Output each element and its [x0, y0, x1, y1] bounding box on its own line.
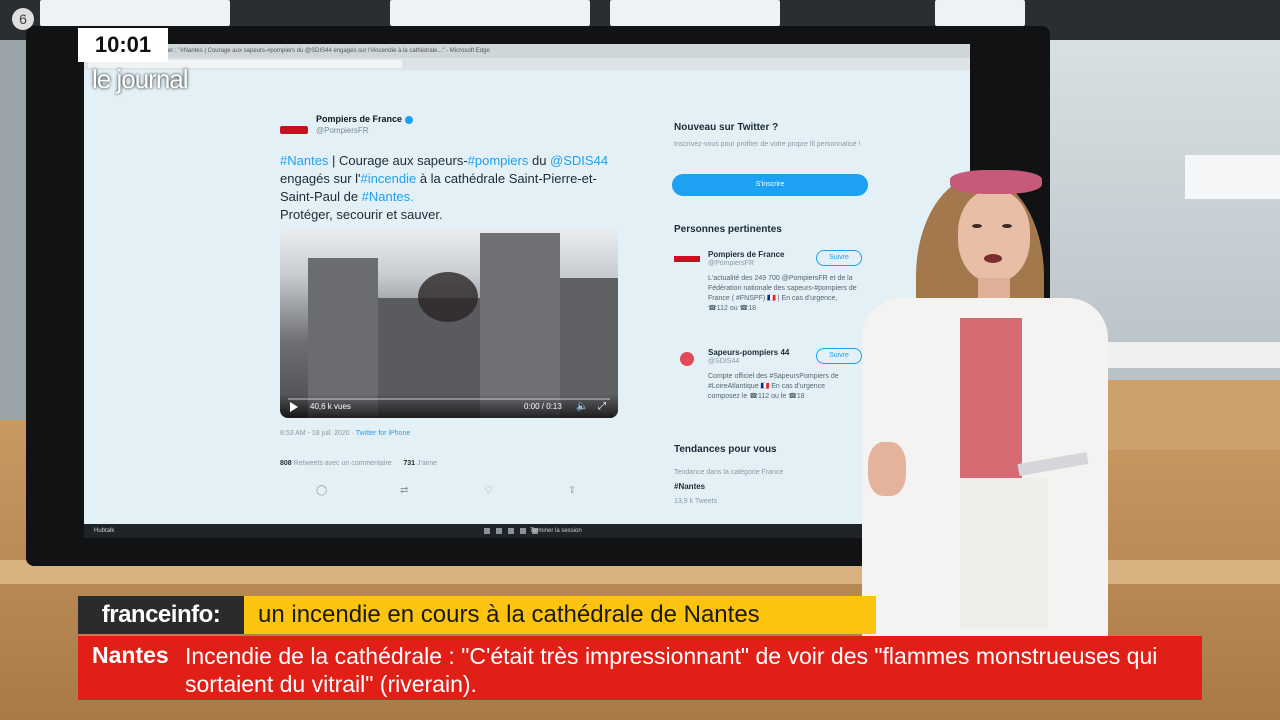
franceinfo-brand: franceinfo:	[78, 596, 244, 634]
person-bio: L'actualité des 249 700 @PompiersFR et d…	[708, 275, 857, 312]
video-time: 0:00 / 0:13	[524, 402, 562, 411]
account-name-text: Pompiers de France	[316, 114, 403, 124]
presenter-face	[958, 190, 1030, 282]
task-view-icon[interactable]	[496, 528, 502, 534]
browser-tab[interactable]	[190, 60, 296, 68]
signup-button[interactable]: S'inscrire	[672, 174, 868, 196]
fullscreen-icon[interactable]: ⤢	[598, 402, 606, 412]
studio-ledge	[1090, 342, 1280, 368]
tweet-timestamp[interactable]: 8:53 AM - 18 juil. 2020	[280, 430, 350, 437]
tweet-actions: ◯ ⇄ ♡ ⇪	[316, 486, 616, 498]
headline-banner: un incendie en cours à la cathédrale de …	[244, 596, 876, 634]
play-icon[interactable]	[290, 402, 298, 412]
tweet-source[interactable]: Twitter for iPhone	[356, 430, 410, 437]
new-on-twitter-subtitle: Inscrivez-vous pour profiter de votre pr…	[674, 141, 861, 148]
likes-count[interactable]: 731	[403, 460, 415, 467]
app-icon[interactable]	[508, 528, 514, 534]
app-icon[interactable]	[520, 528, 526, 534]
trend-hashtag[interactable]: #Nantes	[674, 482, 705, 491]
tweet-link[interactable]: @SDIS44	[550, 153, 608, 168]
browser-tab[interactable]	[296, 60, 402, 68]
retweets-label[interactable]: Retweets avec un commentaire	[294, 460, 392, 467]
new-on-twitter-title: Nouveau sur Twitter ?	[674, 122, 779, 133]
person-bio: Compte officiel des #SapeursPompiers de …	[708, 373, 839, 400]
person-handle[interactable]: @SDIS44	[708, 358, 739, 365]
reply-icon[interactable]: ◯	[316, 486, 327, 496]
person-name[interactable]: Sapeurs-pompiers 44	[708, 348, 789, 357]
windows-icon[interactable]	[484, 528, 490, 534]
tweet-link[interactable]: #Nantes.	[362, 189, 414, 204]
relevant-people-title: Personnes pertinentes	[674, 224, 782, 235]
tweet-text: #Nantes | Courage aux sapeurs-#pompiers …	[280, 152, 625, 224]
window-light	[1185, 155, 1280, 199]
tweet-account-name[interactable]: Pompiers de France	[316, 114, 414, 124]
tweet-video[interactable]: 40,6 k vues 0:00 / 0:13 🔈 ⤢	[280, 228, 618, 418]
taskbar-label: Hubtalk	[94, 528, 115, 534]
ticker-label: Nantes	[92, 642, 169, 668]
tweet-meta: 8:53 AM - 18 juil. 2020 · Twitter for iP…	[280, 430, 411, 437]
share-icon[interactable]: ⇪	[568, 486, 576, 496]
video-views: 40,6 k vues	[310, 402, 351, 411]
ceiling-light	[40, 0, 230, 26]
retweets-count[interactable]: 808	[280, 460, 292, 467]
tweet-link[interactable]: #pompiers	[468, 153, 529, 168]
follow-button[interactable]: Suivre	[816, 250, 862, 266]
tweet-text-segment: engagés sur l'	[280, 171, 361, 186]
presenter-shirt	[960, 318, 1022, 478]
studio-desk	[1090, 380, 1280, 450]
trend-context: Tendance dans la catégorie France	[674, 469, 784, 476]
ticker-text: Incendie de la cathédrale : "C'était trè…	[185, 643, 1158, 697]
person-card: Pompiers de France @PompiersFR Suivre L'…	[674, 250, 864, 340]
news-ticker: Nantes Incendie de la cathédrale : "C'ét…	[78, 636, 1202, 700]
browser-title-bar: Pompiers de France sur Twitter : "#Nante…	[84, 44, 970, 58]
show-name: le journal	[92, 64, 189, 94]
person-name[interactable]: Pompiers de France	[708, 250, 784, 259]
taskbar: Hubtalk Terminer la session	[84, 524, 970, 538]
tweet-stats: 808 Retweets avec un commentaire 731 J'a…	[280, 460, 437, 467]
retweet-icon[interactable]: ⇄	[400, 486, 408, 496]
presenter-shorts	[960, 478, 1048, 628]
follow-button[interactable]: Suivre	[816, 348, 862, 364]
verified-badge-icon	[405, 115, 414, 124]
touchscreen-display: Pompiers de France sur Twitter : "#Nante…	[84, 44, 970, 538]
presenter-eye	[1002, 224, 1012, 228]
browser-tab-strip	[84, 58, 970, 70]
clock: 10:01	[78, 28, 168, 62]
presenter-headband	[950, 170, 1042, 194]
ceiling-light	[610, 0, 780, 26]
tweet-text-segment: | Courage aux sapeurs-	[328, 153, 468, 168]
sdis44-logo-icon	[680, 352, 694, 366]
tweet-link[interactable]: #Nantes	[280, 153, 328, 168]
likes-label[interactable]: J'aime	[417, 460, 437, 467]
tweet-link[interactable]: #incendie	[361, 171, 417, 186]
channel-corner-icon: 6	[12, 8, 34, 30]
end-session-button[interactable]: Terminer la session	[530, 524, 582, 538]
pompiers-logo-icon	[280, 126, 308, 134]
tweet-account-handle[interactable]: @PompiersFR	[316, 126, 369, 135]
video-progress-bar[interactable]	[288, 398, 610, 400]
person-handle[interactable]: @PompiersFR	[708, 260, 754, 267]
presenter-hand	[868, 442, 906, 496]
tweet-text-line2: Protéger, secourir et sauver.	[280, 207, 443, 222]
ceiling-light	[935, 0, 1025, 26]
person-card: Sapeurs-pompiers 44 @SDIS44 Suivre Compt…	[674, 348, 864, 428]
trends-title: Tendances pour vous	[674, 444, 777, 455]
ceiling-light	[390, 0, 590, 26]
pompiers-logo-icon	[674, 256, 700, 262]
trend-count: 13,9 k Tweets	[674, 498, 718, 505]
volume-icon[interactable]: 🔈	[576, 402, 588, 412]
presenter-mouth	[984, 254, 1002, 263]
cathedral-tower	[480, 233, 560, 418]
tweet-text-segment: du	[528, 153, 551, 168]
video-controls: 40,6 k vues 0:00 / 0:13 🔈 ⤢	[280, 394, 618, 418]
tweet-text-line1: #Nantes | Courage aux sapeurs-#pompiers …	[280, 153, 608, 204]
like-icon[interactable]: ♡	[484, 486, 493, 496]
presenter-eye	[972, 224, 982, 228]
smoke	[418, 272, 478, 322]
